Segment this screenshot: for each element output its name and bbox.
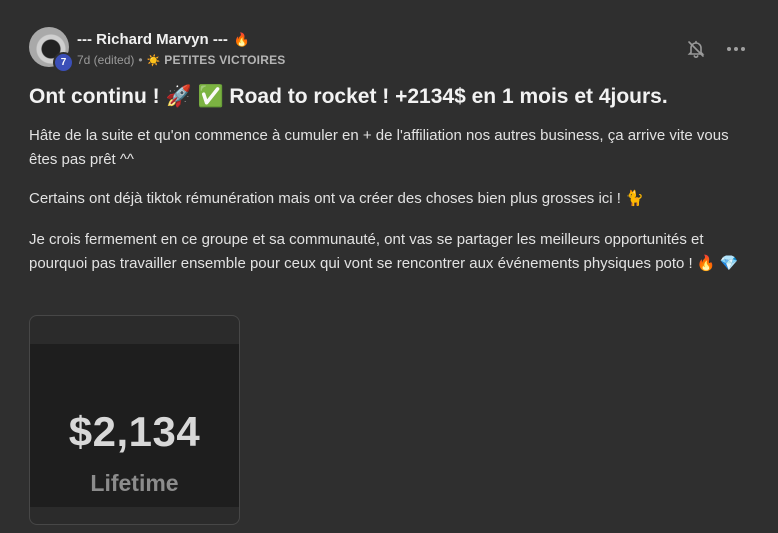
post-paragraph-3: Je crois fermement en ce groupe et sa co… bbox=[29, 231, 739, 272]
attachment-image: $2,134 Lifetime bbox=[30, 344, 239, 507]
earnings-amount: $2,134 bbox=[68, 408, 201, 455]
image-attachment[interactable]: $2,134 Lifetime bbox=[29, 315, 240, 525]
more-horizontal-icon[interactable] bbox=[725, 40, 747, 58]
category-icon: ☀️ bbox=[146, 54, 161, 67]
category-label[interactable]: PETITES VICTOIRES bbox=[164, 53, 285, 67]
level-badge: 7 bbox=[53, 52, 74, 73]
post-paragraph-2: Certains ont déjà tiktok rémunération ma… bbox=[29, 190, 644, 207]
author-avatar-wrapper[interactable]: 7 bbox=[29, 27, 74, 73]
post-card: 7 --- Richard Marvyn --- 🔥 7d (edited) •… bbox=[0, 0, 778, 533]
author-line: --- Richard Marvyn --- 🔥 bbox=[77, 31, 250, 48]
meta-separator: • bbox=[138, 53, 143, 67]
author-name[interactable]: --- Richard Marvyn --- bbox=[77, 31, 228, 48]
bell-off-icon[interactable] bbox=[686, 39, 706, 59]
earnings-label: Lifetime bbox=[90, 470, 179, 496]
post-timestamp: 7d (edited) bbox=[77, 53, 135, 67]
post-paragraph-1: Hâte de la suite et qu'on commence à cum… bbox=[29, 127, 729, 168]
post-title: Ont continu ! 🚀 ✅ Road to rocket ! +2134… bbox=[29, 85, 668, 108]
author-flair-emoji: 🔥 bbox=[233, 31, 251, 47]
post-meta: 7d (edited) • ☀️ PETITES VICTOIRES bbox=[77, 53, 285, 67]
